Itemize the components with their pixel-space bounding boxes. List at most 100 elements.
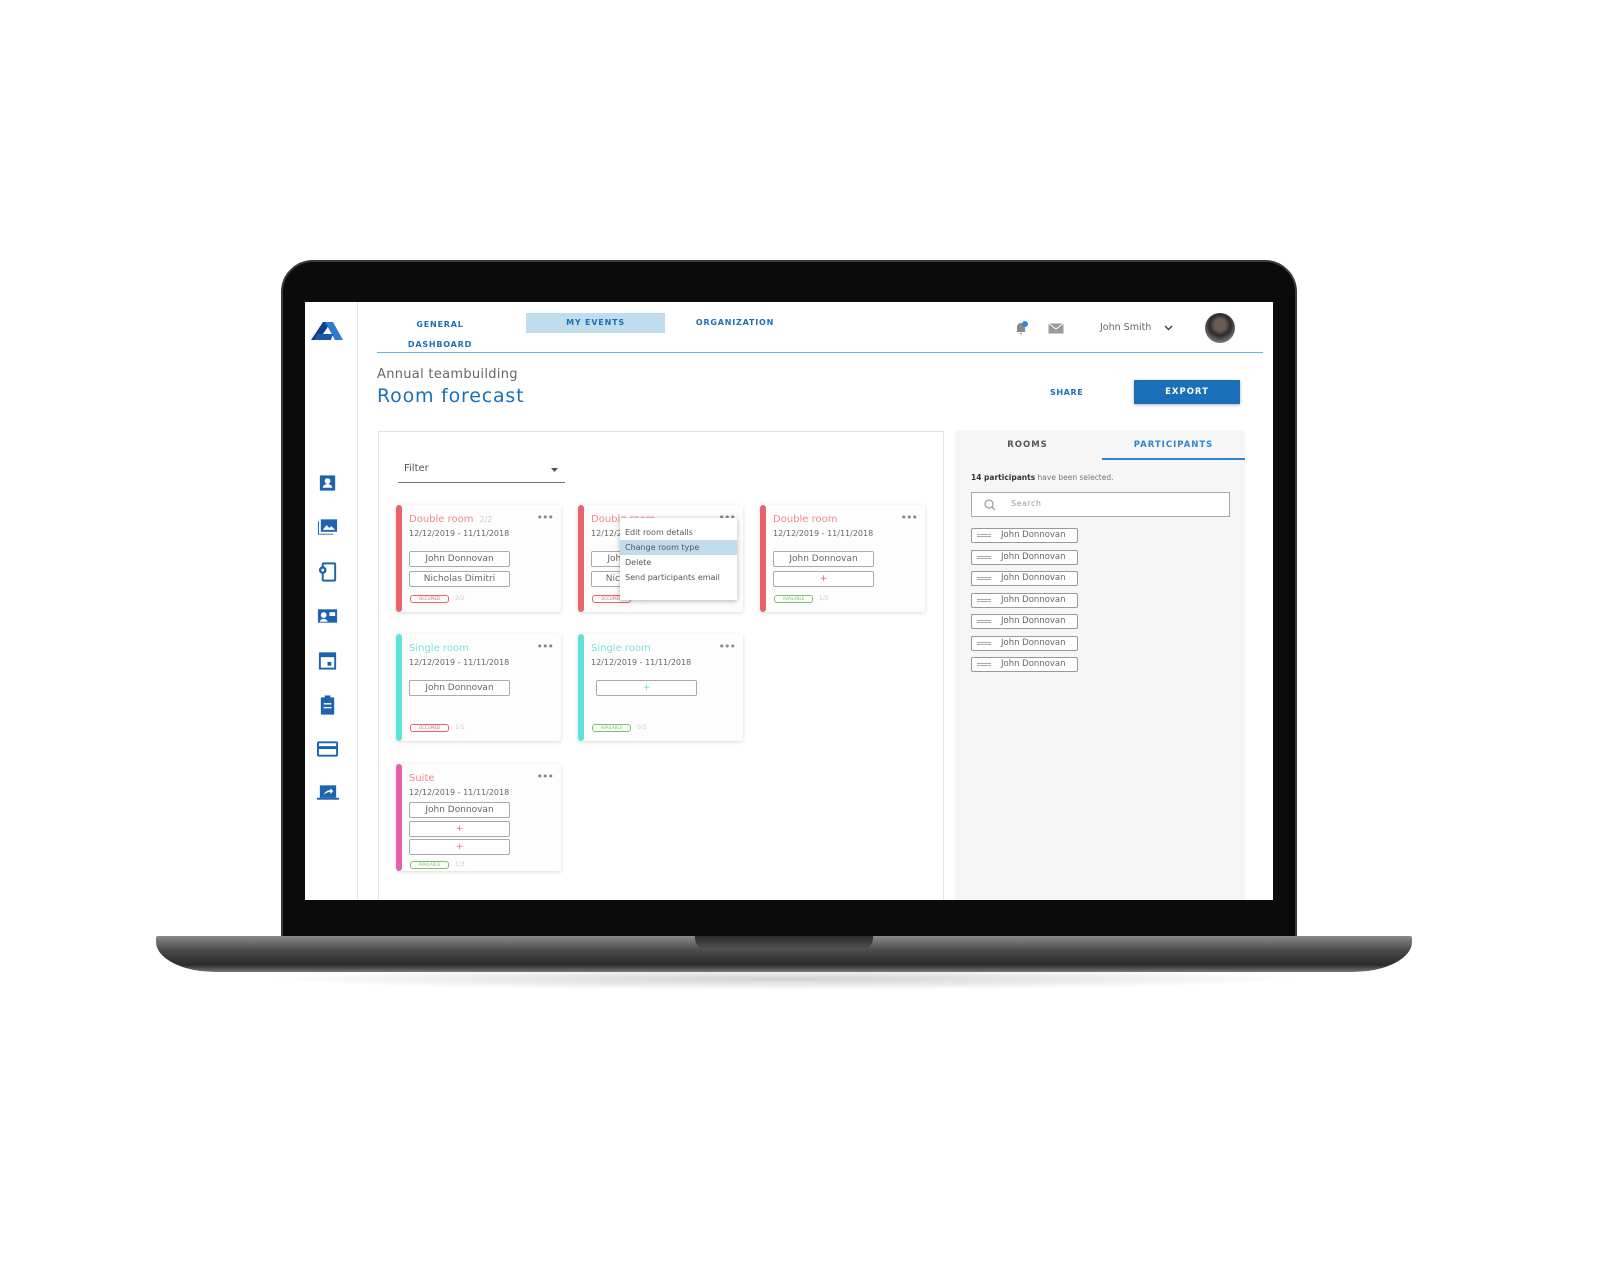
participant-name: John Donnovan [1001,530,1066,540]
occupancy-fraction: 2/2 [455,595,465,602]
selection-summary: 14 participants have been selected. [971,473,1114,482]
status-badge: AVAILABLE [410,861,449,869]
room-dates: 12/12/2019 - 11/11/2018 [409,788,510,797]
tab-participants[interactable]: PARTICIPANTS [1102,430,1245,460]
sidebar-divider [357,302,358,900]
participant-name: John Donnovan [1001,573,1066,583]
participant-name: John Donnovan [1001,637,1066,648]
room-card[interactable]: Single room 12/12/2019 - 11/11/2018 ••• J… [396,634,561,741]
export-button[interactable]: EXPORT [1134,380,1240,404]
drag-handle-icon[interactable] [977,555,991,559]
participant-item[interactable]: John Donnovan [971,657,1078,672]
tab-organization[interactable]: ORGANIZATION [695,313,775,333]
room-dates: 12/12/2019 - 11/11/2018 [591,658,692,667]
drag-handle-icon[interactable] [977,641,991,645]
room-type: Single room [409,643,475,654]
status-badge: AVAILABLE [592,724,631,732]
calendar-icon[interactable] [317,649,339,671]
participant-item[interactable]: John Donnovan [971,528,1078,543]
participant-item[interactable]: John Donnovan [971,635,1078,651]
menu-item-edit-room-details[interactable]: Edit room details [620,525,737,540]
participant-slot[interactable]: John Donnovan [409,802,510,818]
room-card[interactable]: Suite 12/12/2019 - 11/11/2018 ••• John Do… [396,764,561,871]
status-badge: AVAILABLE [774,595,813,603]
participant-item[interactable]: John Donnovan [971,549,1078,565]
room-type-color-bar [396,505,402,612]
user-name[interactable]: John Smith [1100,322,1151,333]
status-badge: OCCUPIED [410,724,449,732]
context-menu: Edit room details Change room type Delet… [620,518,737,600]
more-options-icon[interactable]: ••• [537,770,554,783]
menu-item-send-participants-email[interactable]: Send participants email [620,570,737,585]
participant-slot[interactable]: John Donnovan [409,551,510,567]
room-type-color-bar [578,634,584,741]
drag-handle-icon[interactable] [977,577,991,580]
status-badge: OCCUPIED [410,595,449,603]
bell-icon[interactable] [1014,321,1028,335]
menu-item-change-room-type[interactable]: Change room type [620,540,737,555]
add-participant-slot[interactable]: + [409,821,510,837]
more-options-icon[interactable]: ••• [537,640,554,653]
avatar[interactable] [1205,313,1235,343]
mail-icon[interactable] [1048,323,1064,334]
room-card[interactable]: Single room 12/12/2019 - 11/11/2018 ••• +… [578,634,743,741]
participant-item[interactable]: John Donnovan [971,571,1078,586]
occupancy-fraction: 1/2 [819,595,829,602]
logo [311,322,343,340]
drag-handle-icon[interactable] [977,620,991,623]
room-count: 2/2 [479,515,493,524]
caret-down-icon [551,468,558,472]
occupancy-fraction: 1/3 [455,861,465,868]
room-type: Double room 2/2 [409,514,492,525]
more-options-icon[interactable]: ••• [537,511,554,524]
share-button[interactable]: SHARE [1050,388,1083,397]
add-participant-slot[interactable]: + [409,839,510,855]
participant-item[interactable]: John Donnovan [971,614,1078,629]
search-placeholder: Search [1011,499,1042,508]
participant-item[interactable]: John Donnovan [971,592,1078,608]
drag-handle-icon[interactable] [977,598,991,602]
more-options-icon[interactable]: ••• [719,640,736,653]
menu-item-delete[interactable]: Delete [620,555,737,570]
occupancy-fraction: 1/1 [455,724,465,731]
participant-slot[interactable]: John Donnovan [773,551,874,567]
room-type: Suite [409,773,441,784]
occupancy-fraction: 0/1 [637,724,647,731]
add-participant-slot[interactable]: + [596,680,697,696]
id-card-icon[interactable] [317,605,339,627]
drag-handle-icon[interactable] [977,534,991,537]
room-card[interactable]: Double room 2/2 12/12/2019 - 11/11/2018 •… [396,505,561,612]
image-gallery-icon[interactable] [317,516,339,538]
more-options-icon[interactable]: ••• [901,511,918,524]
search-input[interactable]: Search [971,492,1230,517]
room-type-label: Suite [409,773,435,784]
filter-label: Filter [404,463,429,474]
tab-general-dashboard[interactable]: GENERAL DASHBOARD [385,315,495,349]
chevron-down-icon[interactable] [1164,325,1173,331]
laptop-notch [695,936,873,950]
add-participant-slot[interactable]: + [773,571,874,587]
contact-card-icon[interactable] [317,472,339,494]
room-type-color-bar [578,505,584,612]
room-type: Double room [773,514,843,525]
room-type-color-bar [396,764,402,871]
filter-dropdown[interactable]: Filter [398,461,565,483]
search-icon [984,499,996,511]
share-screen-icon[interactable] [317,782,339,804]
page-subtitle: Annual teambuilding [377,367,518,382]
participant-name: John Donnovan [1001,551,1066,562]
room-type-label: Double room [773,514,838,525]
participant-name: John Donnovan [1001,594,1066,605]
clipboard-icon[interactable] [317,694,339,716]
credit-card-icon[interactable] [317,738,339,760]
tab-my-events[interactable]: MY EVENTS [526,313,665,333]
participant-slot[interactable]: Nicholas Dimitri [409,571,510,587]
participant-name: John Donnovan [1001,616,1066,626]
room-card[interactable]: Double room 12/12/2019 - 11/11/2018 ••• J… [760,505,925,612]
app-screen: GENERAL DASHBOARD MY EVENTS ORGANIZATION… [305,302,1273,900]
device-settings-icon[interactable] [317,561,339,583]
participant-count: 14 participants [971,473,1036,482]
drag-handle-icon[interactable] [977,663,991,666]
participant-slot[interactable]: John Donnovan [409,680,510,696]
tab-rooms[interactable]: ROOMS [955,430,1100,460]
